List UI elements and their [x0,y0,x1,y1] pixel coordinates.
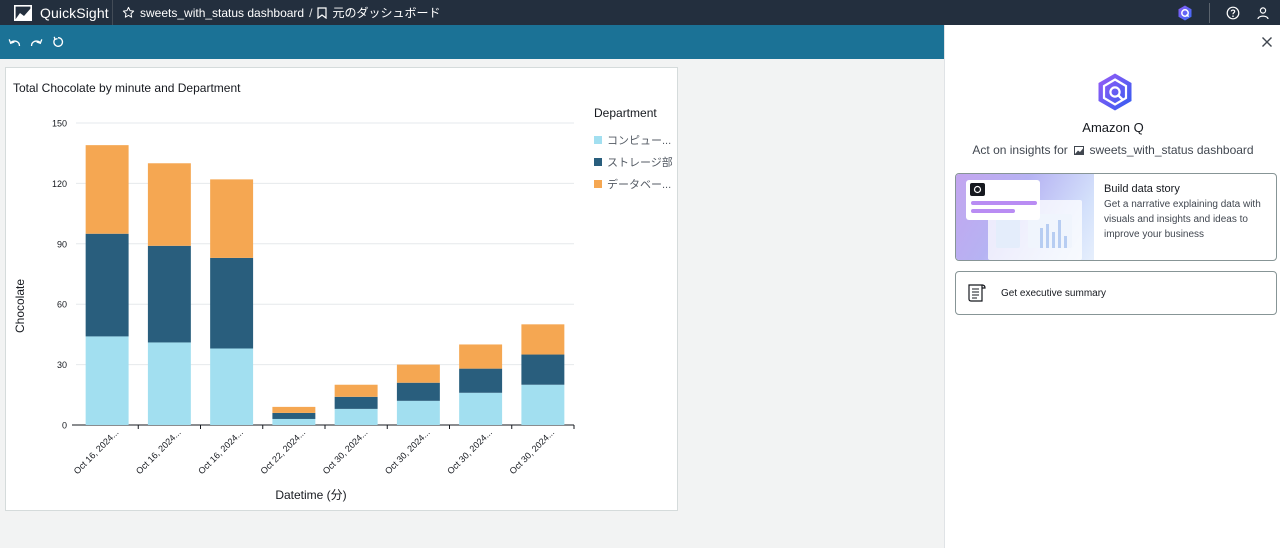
bar-segment-7-2 [521,324,565,355]
chart-legend: Department コンピュー... ストレージ部 データベー... [594,106,678,200]
y-tick-label-0: 0 [62,421,67,431]
amazon-q-icon[interactable] [1177,5,1193,21]
legend-swatch-database [594,179,602,188]
bar-segment-3-2 [272,406,316,413]
legend-item-computer[interactable]: コンピュー... [594,134,678,145]
x-tick-label-5: Oct 30, 2024... [383,427,432,476]
app-name: QuickSight [40,4,109,21]
bar-segment-3-0 [272,418,316,425]
bar-segment-1-2 [147,163,191,246]
x-tick-label-1: Oct 16, 2024... [134,427,183,476]
reset-icon [53,36,64,47]
bar-segment-5-2 [396,364,440,383]
y-tick-label-4: 120 [52,179,67,189]
build-data-story-title: Build data story [1104,183,1180,195]
bar-segment-0-0 [85,336,129,425]
x-tick-label-3: Oct 22, 2024... [258,427,307,476]
bar-segment-1-1 [147,245,191,343]
quicksight-home-link[interactable]: QuickSight [0,0,112,25]
bar-segment-3-1 [272,412,316,419]
bar-segment-0-2 [85,145,129,234]
panel-subtitle-prefix: Act on insights for [972,143,1068,157]
y-axis-label: Chocolate [13,279,27,333]
legend-label-computer: コンピュー... [607,134,672,146]
panel-subtitle: Act on insights for sweets_with_status d… [945,143,1280,157]
x-tick-label-2: Oct 16, 2024... [196,427,245,476]
quicksight-logo-icon [14,4,32,21]
amazon-q-panel: Amazon Q Act on insights for sweets_with… [944,25,1280,548]
executive-summary-card[interactable]: Get executive summary [955,271,1277,315]
dashboard-name[interactable]: sweets_with_status dashboard [140,6,304,20]
build-data-story-card[interactable]: Build data story Get a narrative explain… [955,173,1277,261]
bar-segment-6-1 [459,368,503,393]
undo-icon [8,38,20,46]
user-icon[interactable] [1256,6,1270,20]
bar-segment-0-1 [85,233,129,337]
legend-item-database[interactable]: データベー... [594,178,678,189]
bar-segment-5-0 [396,400,440,425]
close-icon[interactable] [1260,35,1274,49]
breadcrumb-separator: / [309,5,313,20]
bar-segment-5-1 [396,382,440,401]
x-tick-label-0: Oct 16, 2024... [72,427,121,476]
redo-icon [30,38,42,46]
document-icon [968,284,986,302]
top-navigation-bar: QuickSight sweets_with_status dashboard … [0,0,1280,25]
star-icon[interactable] [122,6,135,19]
breadcrumb: sweets_with_status dashboard / 元のダッシュボード [113,4,440,21]
bar-segment-7-1 [521,354,565,385]
topbar-actions-divider [1209,2,1210,23]
topbar-actions [1177,0,1280,25]
redo-button[interactable] [28,34,44,50]
dashboard-icon [1074,146,1085,155]
bar-segment-1-0 [147,342,191,425]
bookmark-icon[interactable] [317,6,328,19]
dashboard-toolbar [0,25,944,59]
bar-segment-4-2 [334,384,378,397]
help-icon[interactable] [1226,6,1240,20]
reset-button[interactable] [50,34,66,50]
x-axis-label: Datetime (分) [275,488,346,502]
bar-segment-4-1 [334,396,378,409]
stacked-bar-chart: 0 30 60 90 120 150 Oct 16, 2024... Oct 16, 2024… [13,119,575,502]
bar-segment-2-0 [210,348,254,425]
panel-subtitle-dashboard: sweets_with_status dashboard [1089,143,1254,157]
x-tick-label-7: Oct 30, 2024... [507,427,556,476]
legend-swatch-computer [594,135,602,144]
legend-title: Department [594,106,657,120]
undo-button[interactable] [6,34,22,50]
bar-segment-6-0 [459,392,503,425]
y-tick-label-3: 90 [57,239,67,249]
data-story-illustration [956,174,1094,260]
bar-segment-7-0 [521,384,565,425]
bar-segment-6-2 [459,344,503,369]
data-story-preview-icon [966,180,1082,260]
y-tick-label-2: 60 [57,300,67,310]
x-tick-label-4: Oct 30, 2024... [321,427,370,476]
chart-visual[interactable]: Total Chocolate by minute and Department… [5,67,678,511]
amazon-q-logo-icon [1098,73,1132,111]
legend-label-storage: ストレージ部 [607,156,673,168]
build-data-story-description: Get a narrative explaining data with vis… [1104,199,1261,240]
legend-label-database: データベー... [607,178,672,190]
legend-item-storage[interactable]: ストレージ部 [594,156,678,167]
bar-segment-4-0 [334,408,378,425]
bar-segment-2-1 [210,257,254,349]
x-tick-label-6: Oct 30, 2024... [445,427,494,476]
legend-swatch-storage [594,157,602,166]
bar-segment-2-2 [210,179,254,258]
panel-title: Amazon Q [1082,120,1144,135]
sheet-name[interactable]: 元のダッシュボード [332,4,440,21]
y-tick-label-5: 150 [52,119,67,129]
y-tick-label-1: 30 [57,360,67,370]
executive-summary-title: Get executive summary [1001,288,1107,299]
